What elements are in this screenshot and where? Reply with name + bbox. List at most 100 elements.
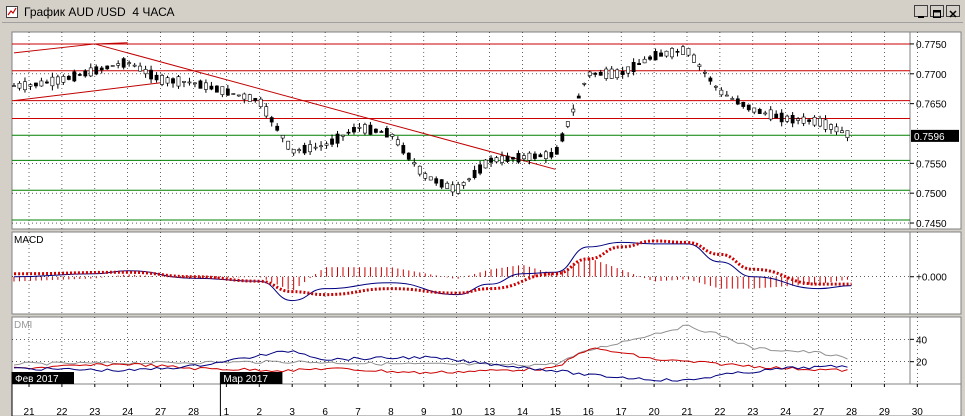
candle-body <box>363 124 367 134</box>
candle-body <box>154 74 159 81</box>
candle-body <box>220 86 225 95</box>
candle-body <box>692 54 696 63</box>
candle-body <box>702 71 707 74</box>
time-tick-label: 21 <box>23 407 35 416</box>
candle-body <box>176 76 181 87</box>
candle-body <box>253 98 258 102</box>
candle-body <box>604 68 609 79</box>
candle-body <box>132 64 137 67</box>
time-tick-label: 17 <box>616 407 628 416</box>
candle-body <box>730 98 735 100</box>
candle-body <box>456 184 461 194</box>
candle-body <box>560 133 565 142</box>
candle-body <box>28 84 33 87</box>
close-icon <box>949 10 957 18</box>
candle-body <box>790 115 795 124</box>
time-tick-label: 23 <box>89 407 101 416</box>
candle-body <box>494 157 499 163</box>
candle-body <box>225 88 230 96</box>
candle-body <box>735 98 740 105</box>
candle <box>560 132 565 143</box>
candle-body <box>121 58 126 68</box>
macd-tick-label: +0.000 <box>916 273 947 284</box>
candle-body <box>12 85 16 87</box>
time-tick-label: 28 <box>846 407 858 416</box>
candle-body <box>341 134 345 137</box>
candle-body <box>461 182 466 186</box>
candle-body <box>801 116 806 124</box>
price-tick-label: 0.7550 <box>916 159 947 170</box>
candle-body <box>231 93 236 95</box>
candle-body <box>236 94 241 97</box>
candle-body <box>204 82 208 90</box>
chart-area[interactable]: 0.7750 0.7700 0.7650 0.7550 0.7500 0.7450 0.75… <box>0 22 965 416</box>
month-marker-label: Фев 2017 <box>15 374 59 385</box>
candle-body <box>752 107 757 113</box>
candle-body <box>352 127 356 133</box>
candle-body <box>582 83 587 85</box>
candle-body <box>247 94 252 102</box>
candle-body <box>258 98 263 107</box>
candle-body <box>171 78 175 84</box>
time-tick-label: 24 <box>122 407 134 416</box>
candle <box>681 45 685 55</box>
month-marker-label: Мар 2017 <box>223 374 268 385</box>
candle <box>160 73 164 87</box>
candle-body <box>818 117 822 127</box>
candle-body <box>193 82 197 85</box>
candle <box>72 69 77 83</box>
candle-body <box>598 71 603 76</box>
candle-body <box>127 62 132 64</box>
time-tick-label: 20 <box>649 407 661 416</box>
candle-body <box>412 162 417 165</box>
candle-body <box>77 74 82 76</box>
macd-title: MACD <box>14 235 43 246</box>
candle-body <box>242 93 247 100</box>
candle <box>110 65 115 67</box>
candle-body <box>357 126 362 129</box>
time-tick-label: 2 <box>257 407 263 416</box>
candle-body <box>439 179 444 188</box>
candle-body <box>401 145 406 154</box>
maximize-button[interactable] <box>930 5 944 18</box>
time-tick-label: 27 <box>155 407 167 416</box>
candle-body <box>83 70 88 77</box>
candle <box>604 66 609 81</box>
candle-body <box>565 121 570 127</box>
candle-body <box>511 157 515 160</box>
candle <box>121 57 126 70</box>
time-tick-label: 14 <box>517 407 529 416</box>
time-tick-label: 1 <box>224 407 230 416</box>
candle-body <box>648 56 652 60</box>
candle-body <box>214 85 219 93</box>
candle-body <box>143 69 148 75</box>
time-tick-label: 7 <box>355 407 361 416</box>
close-button[interactable] <box>946 5 960 18</box>
title-bar[interactable]: График AUD /USD 4 ЧАСА <box>2 2 963 23</box>
candle-body <box>308 144 313 153</box>
minimize-icon <box>918 16 924 18</box>
candle-body <box>807 119 811 122</box>
candle-body <box>670 48 674 58</box>
candle-body <box>549 152 554 158</box>
candle-body <box>746 104 751 111</box>
time-tick-label: 6 <box>322 407 328 416</box>
candle-body <box>302 144 307 154</box>
candle-body <box>61 76 66 83</box>
time-tick-label: 15 <box>550 407 562 416</box>
candle-body <box>209 85 214 90</box>
candle-body <box>182 81 186 83</box>
candle-body <box>390 133 395 137</box>
candle-body <box>834 126 839 133</box>
candle-body <box>609 68 614 79</box>
candle <box>214 85 219 93</box>
candle-body <box>428 176 433 181</box>
candle-body <box>17 82 22 89</box>
candle-body <box>313 146 318 149</box>
candle-body <box>615 69 620 79</box>
dmi-title: DMI <box>14 320 32 331</box>
candle-body <box>724 94 729 97</box>
candle-body <box>681 46 685 55</box>
minimize-button[interactable] <box>914 5 928 18</box>
candle-body <box>489 157 493 163</box>
